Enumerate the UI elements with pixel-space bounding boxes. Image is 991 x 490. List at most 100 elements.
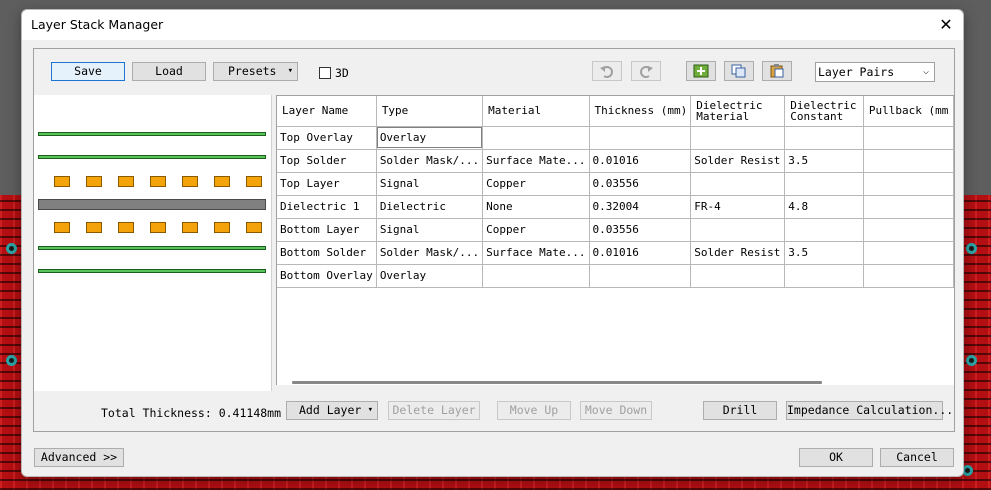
layer-pairs-value: Layer Pairs [818,65,895,79]
copper-pad [246,222,262,233]
column-header[interactable]: Pullback (mm [863,96,954,127]
3d-checkbox[interactable] [319,67,331,79]
table-cell[interactable]: 4.8 [784,195,864,219]
ok-button[interactable]: OK [799,448,873,467]
column-header[interactable]: Dielectric Constant [784,96,864,127]
table-cell[interactable]: 0.01016 [589,149,692,173]
table-cell[interactable]: Top Overlay [277,126,377,150]
undo-button[interactable] [592,61,622,81]
table-cell[interactable]: Overlay [376,126,484,150]
table-row[interactable]: Dielectric 1 Dielectric None 0.32004 FR-4 4.8 [277,195,954,219]
copy-button[interactable] [724,61,754,81]
cancel-button[interactable]: Cancel [880,448,954,467]
table-cell[interactable] [690,172,786,196]
advanced-button[interactable]: Advanced >> [34,448,124,467]
table-cell[interactable] [690,126,786,150]
column-header[interactable]: Type [376,96,484,127]
table-cell[interactable]: 3.5 [784,149,864,173]
table-cell[interactable] [863,195,954,219]
table-cell[interactable]: Top Solder [277,149,377,173]
table-cell[interactable]: Overlay [376,264,484,288]
table-row[interactable]: Top Overlay Overlay [277,126,954,150]
impedance-calculation-button[interactable]: Impedance Calculation... [786,401,953,420]
table-cell[interactable]: Solder Resist [690,241,786,265]
redo-button[interactable] [631,61,661,81]
table-cell[interactable]: Bottom Overlay [277,264,377,288]
table-cell[interactable]: Copper [482,172,590,196]
table-cell[interactable] [863,149,954,173]
table-cell[interactable]: Bottom Solder [277,241,377,265]
chevron-down-icon: ⌵ [922,66,929,77]
column-header[interactable]: Dielectric Material [690,96,786,127]
table-row[interactable]: Bottom Solder Solder Mask/... Surface Mate… [277,241,954,265]
stack-preview [34,95,272,391]
table-cell[interactable] [863,172,954,196]
top-overlay-graphic [38,132,266,136]
table-cell[interactable] [482,264,590,288]
add-layer-icon-button[interactable] [686,61,716,81]
horizontal-scrollbar[interactable] [292,381,822,384]
table-cell[interactable]: 0.03556 [589,218,692,242]
delete-layer-button[interactable]: Delete Layer [388,401,480,420]
copper-pad [182,222,198,233]
move-down-button[interactable]: Move Down [580,401,652,420]
table-cell[interactable] [690,264,786,288]
table-row[interactable]: Bottom Overlay Overlay [277,264,954,288]
table-cell[interactable] [784,264,864,288]
table-cell[interactable]: Top Layer [277,172,377,196]
paste-button[interactable] [762,61,792,81]
close-icon[interactable]: ✕ [935,14,957,36]
top-solder-graphic [38,155,266,159]
table-cell[interactable]: Surface Mate... [482,149,590,173]
dielectric-graphic [38,199,266,210]
table-cell[interactable] [863,218,954,242]
table-cell[interactable]: Dielectric 1 [277,195,377,219]
bottom-overlay-graphic [38,269,266,273]
copper-pad [150,176,166,187]
table-cell[interactable]: Signal [376,218,484,242]
table-cell[interactable] [863,126,954,150]
table-cell[interactable] [482,126,590,150]
presets-label: Presets [228,64,277,78]
table-cell[interactable]: 0.32004 [589,195,692,219]
dropdown-arrow-icon: ▾ [287,66,293,76]
table-cell[interactable]: Solder Mask/... [376,149,484,173]
table-cell[interactable]: 0.03556 [589,172,692,196]
column-header[interactable]: Layer Name [277,96,377,127]
table-cell[interactable]: Signal [376,172,484,196]
table-cell[interactable] [863,264,954,288]
table-cell[interactable] [784,218,864,242]
table-cell[interactable]: None [482,195,590,219]
table-row[interactable]: Top Layer Signal Copper 0.03556 [277,172,954,196]
add-layer-button[interactable]: Add Layer ▾ [286,401,378,420]
layer-pairs-combo[interactable]: Layer Pairs ⌵ [815,62,935,82]
table-cell[interactable]: Copper [482,218,590,242]
table-cell[interactable] [589,126,692,150]
move-up-button[interactable]: Move Up [497,401,571,420]
table-cell[interactable]: 3.5 [784,241,864,265]
table-cell[interactable]: Surface Mate... [482,241,590,265]
save-button[interactable]: Save [51,62,125,81]
table-cell[interactable] [784,126,864,150]
table-cell[interactable] [863,241,954,265]
load-button[interactable]: Load [132,62,206,81]
table-cell[interactable]: Solder Mask/... [376,241,484,265]
table-cell[interactable] [784,172,864,196]
3d-label: 3D [335,66,349,80]
column-header[interactable]: Material [482,96,590,127]
table-cell[interactable] [690,218,786,242]
via [6,243,17,254]
table-cell[interactable]: Dielectric [376,195,484,219]
table-row[interactable]: Top Solder Solder Mask/... Surface Mate...… [277,149,954,173]
add-layer-label: Add Layer [299,403,362,417]
table-cell[interactable]: FR-4 [690,195,786,219]
table-cell[interactable]: Bottom Layer [277,218,377,242]
table-row[interactable]: Bottom Layer Signal Copper 0.03556 [277,218,954,242]
presets-button[interactable]: Presets ▾ [213,62,298,81]
table-cell[interactable]: Solder Resist [690,149,786,173]
table-cell[interactable]: 0.01016 [589,241,692,265]
drill-button[interactable]: Drill [703,401,777,420]
column-header[interactable]: Thickness (mm) [589,96,692,127]
copper-pad [246,176,262,187]
table-cell[interactable] [589,264,692,288]
